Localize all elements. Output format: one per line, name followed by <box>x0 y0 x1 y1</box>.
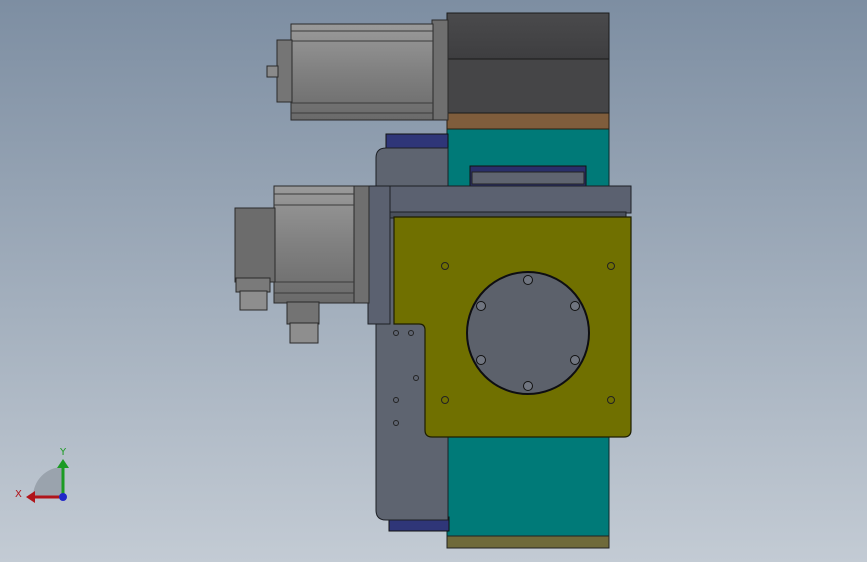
power-connector <box>286 301 320 325</box>
top-housing-lower <box>446 58 610 114</box>
side-motor-flange <box>351 185 370 304</box>
top-servo-motor[interactable] <box>266 19 449 121</box>
disk-bolt <box>523 381 533 391</box>
rotary-disk-outer <box>466 271 590 395</box>
disk-bolt <box>570 301 580 311</box>
encoder-connector <box>239 290 268 311</box>
x-axis-label: X <box>15 489 22 500</box>
disk-bolt <box>476 301 486 311</box>
encoder-cap-inner <box>235 277 271 293</box>
side-motor-body <box>273 185 355 304</box>
motor-body <box>290 23 434 121</box>
power-connector-plug <box>289 322 319 344</box>
motor-shaft-stub <box>266 65 279 78</box>
carriage-top-bar <box>367 185 632 214</box>
motor-rear-cap <box>276 39 293 103</box>
brown-strip <box>446 111 610 130</box>
carriage-left-bar <box>367 185 391 325</box>
bottom-olive-strip <box>446 535 610 549</box>
motor-flange <box>431 19 449 121</box>
linear-rail-inner <box>471 171 585 185</box>
disk-bolt <box>523 275 533 285</box>
y-axis-label: Y <box>59 447 67 458</box>
cad-viewport[interactable]: Y X <box>0 0 867 562</box>
z-axis-dot <box>59 493 67 501</box>
disk-bolt <box>476 355 486 365</box>
disk-bolt <box>570 355 580 365</box>
navy-clamp-top <box>385 133 449 149</box>
top-housing-block[interactable] <box>446 12 610 114</box>
rotary-disk[interactable] <box>466 271 590 395</box>
top-housing-upper <box>446 12 610 60</box>
encoder-cap <box>234 207 276 283</box>
